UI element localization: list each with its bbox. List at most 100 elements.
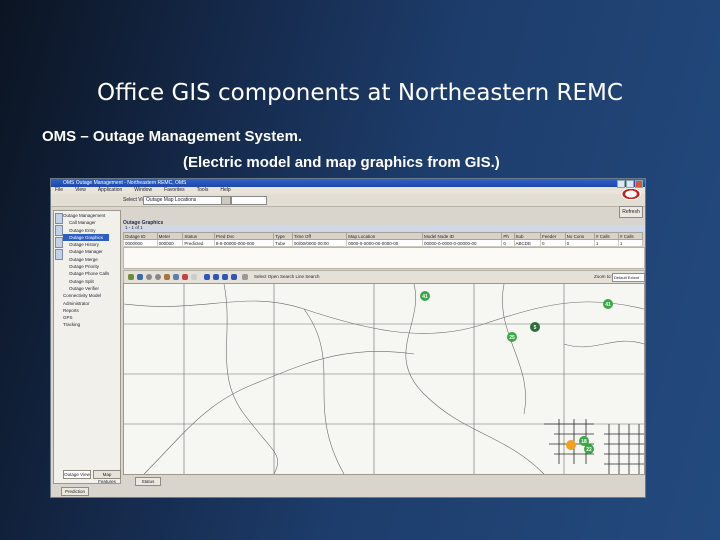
select-icon[interactable] bbox=[191, 274, 197, 280]
sidebar-item-outage-manager[interactable]: Outage Manager bbox=[63, 248, 109, 255]
menu-application[interactable]: Application bbox=[98, 187, 122, 194]
column-header[interactable]: # Calls bbox=[617, 232, 644, 240]
sidebar-item-outage-history[interactable]: Outage History bbox=[63, 241, 109, 248]
table-cell: Predicted bbox=[182, 239, 215, 247]
sidebar-item-outage-entry[interactable]: Outage Entry bbox=[63, 227, 109, 234]
column-header[interactable]: Pred Dvc bbox=[213, 232, 275, 240]
table-row[interactable]: 0000000 000000 Predicted 8-8-00000-000-0… bbox=[123, 239, 644, 247]
close-button[interactable] bbox=[635, 180, 643, 188]
column-header[interactable]: Ph bbox=[501, 232, 515, 240]
outage-table: Outage ID Meter Status Pred Dvc Type Tim… bbox=[123, 232, 644, 247]
identify-icon[interactable] bbox=[182, 274, 188, 280]
column-header[interactable]: Map Location bbox=[346, 232, 424, 240]
column-header[interactable]: Outage ID bbox=[123, 232, 158, 240]
zoom-label: Zoom to: bbox=[594, 274, 612, 279]
refresh-button[interactable]: Refresh bbox=[619, 206, 643, 218]
tab-outage-view[interactable]: Outage View bbox=[63, 470, 91, 479]
sidebar-item-outage-graphics[interactable]: Outage Graphics bbox=[63, 233, 110, 242]
outage-pin[interactable]: 41 bbox=[420, 291, 430, 301]
search-input[interactable] bbox=[231, 196, 267, 205]
slide-title: Office GIS components at Northeastern RE… bbox=[97, 80, 623, 106]
column-header[interactable]: Sub bbox=[513, 232, 542, 240]
table-cell: ABCDE bbox=[513, 239, 542, 247]
layers-icon[interactable] bbox=[128, 274, 134, 280]
arrow-down-icon[interactable] bbox=[231, 274, 237, 280]
remc-logo bbox=[621, 188, 641, 200]
prediction-button[interactable]: Prediction bbox=[61, 487, 89, 496]
vertical-tab-4[interactable] bbox=[55, 249, 63, 260]
pin-label: 18 bbox=[581, 439, 587, 445]
chevron-down-icon[interactable] bbox=[221, 196, 231, 205]
grid-subtab[interactable]: 1 - 1 of 1 bbox=[123, 225, 645, 231]
slide-subtitle-line2: (Electric model and map graphics from GI… bbox=[183, 154, 500, 171]
slide-subtitle-line1: OMS – Outage Management System. bbox=[42, 128, 303, 145]
column-header[interactable]: Meter bbox=[156, 232, 184, 240]
zoom-select[interactable]: Default Extent bbox=[612, 273, 645, 282]
status-button[interactable]: Status bbox=[135, 477, 161, 486]
full-extent-icon[interactable] bbox=[173, 274, 179, 280]
sidebar-item-connectivity-model[interactable]: Connectivity Model bbox=[63, 292, 109, 299]
menu-tools[interactable]: Tools bbox=[197, 187, 209, 194]
maximize-button[interactable] bbox=[626, 180, 634, 188]
measure-icon[interactable] bbox=[242, 274, 248, 280]
sidebar-item-outage-management[interactable]: Outage Management bbox=[63, 212, 109, 219]
table-cell: 8-8-00000-000-000 bbox=[213, 239, 275, 247]
table-cell: 00000-0-0000-0-00000-00 bbox=[422, 239, 503, 247]
menu-window[interactable]: Window bbox=[134, 187, 152, 194]
table-cell: 0000-0-0000-00-0000-00 bbox=[346, 239, 424, 247]
arrow-up-icon[interactable] bbox=[222, 274, 228, 280]
outage-pin[interactable] bbox=[566, 440, 576, 450]
sidebar-item-outage-merge[interactable]: Outage Merge bbox=[63, 256, 109, 263]
window-title: OMS Outage Management - Northeastern REM… bbox=[63, 180, 187, 186]
sidebar-item-outage-phone-calls[interactable]: Outage Phone Calls bbox=[63, 270, 109, 277]
column-header[interactable]: Feeder bbox=[540, 232, 566, 240]
table-cell: 0 bbox=[501, 239, 515, 247]
table-empty-area bbox=[123, 247, 645, 269]
menu-favorites[interactable]: Favorites bbox=[164, 187, 185, 194]
pan-hand-icon[interactable] bbox=[164, 274, 170, 280]
column-header[interactable]: No Cons bbox=[564, 232, 595, 240]
pin-label: 25 bbox=[509, 335, 515, 341]
map-lines bbox=[124, 284, 644, 474]
map-canvas[interactable]: 41 41 5 25 18 22 bbox=[124, 284, 644, 474]
minimize-button[interactable] bbox=[617, 180, 625, 188]
sidebar-item-outage-verifier[interactable]: Outage Verifier bbox=[63, 285, 109, 292]
sidebar-item-outage-priority[interactable]: Outage Priority bbox=[63, 263, 109, 270]
table-cell: 1 bbox=[593, 239, 619, 247]
zoom-out-icon[interactable] bbox=[155, 274, 161, 280]
view-select[interactable]: Outage Map Locations bbox=[143, 196, 227, 205]
menu-help[interactable]: Help bbox=[220, 187, 230, 194]
column-header[interactable]: Type bbox=[273, 232, 293, 240]
column-header[interactable]: Status bbox=[182, 232, 215, 240]
vertical-tab-3[interactable] bbox=[55, 237, 63, 248]
arrow-right-icon[interactable] bbox=[213, 274, 219, 280]
arrow-left-icon[interactable] bbox=[204, 274, 210, 280]
sidebar-item-tracking[interactable]: Tracking bbox=[63, 321, 109, 328]
pin-label: 5 bbox=[534, 325, 537, 331]
table-cell: 0 bbox=[564, 239, 595, 247]
sidebar-item-reports[interactable]: Reports bbox=[63, 307, 109, 314]
menu-view[interactable]: View bbox=[75, 187, 86, 194]
zoom-in-icon[interactable] bbox=[146, 274, 152, 280]
sidebar-vertical-tabs bbox=[54, 211, 63, 271]
table-cell: 0 bbox=[540, 239, 566, 247]
pin-label: 41 bbox=[605, 302, 611, 308]
globe-icon[interactable] bbox=[137, 274, 143, 280]
column-header[interactable]: Time Off bbox=[291, 232, 348, 240]
outage-pin[interactable]: 41 bbox=[603, 299, 613, 309]
column-header[interactable]: Model Node ID bbox=[422, 232, 503, 240]
tab-map-features[interactable]: Map Features bbox=[93, 470, 121, 484]
menu-file[interactable]: File bbox=[55, 187, 63, 194]
sidebar-item-administrator[interactable]: Administrator bbox=[63, 300, 109, 307]
outage-pin[interactable]: 5 bbox=[530, 322, 540, 332]
column-header[interactable]: # Calls bbox=[593, 232, 619, 240]
vertical-tab-2[interactable] bbox=[55, 225, 63, 236]
menu-bar: File View Application Window Favorites T… bbox=[51, 187, 645, 194]
sidebar-item-gps[interactable]: GPS bbox=[63, 314, 109, 321]
sidebar-item-call-manager[interactable]: Call Manager bbox=[63, 219, 109, 226]
vertical-tab-1[interactable] bbox=[55, 213, 63, 224]
sidebar-item-outage-split[interactable]: Outage Split bbox=[63, 278, 109, 285]
outage-pin[interactable]: 22 bbox=[584, 444, 594, 454]
map-view[interactable]: 41 41 5 25 18 22 bbox=[123, 283, 645, 475]
outage-pin[interactable]: 25 bbox=[507, 332, 517, 342]
